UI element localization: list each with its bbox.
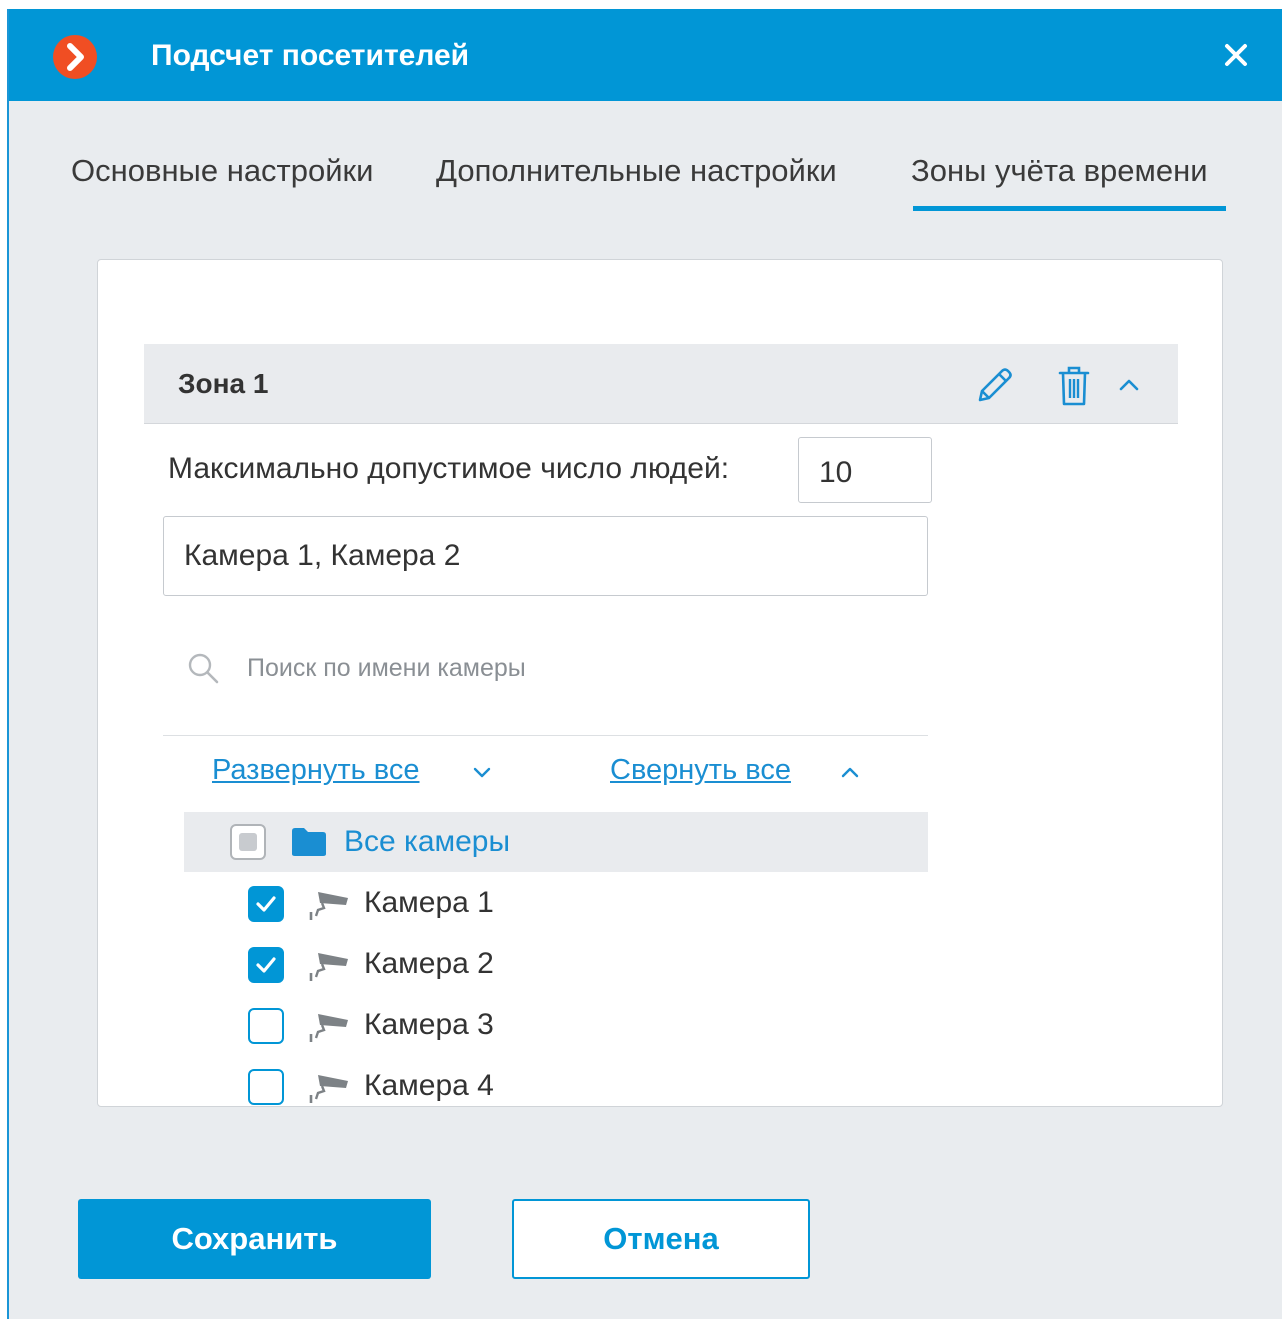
max-people-input[interactable]: 10 bbox=[798, 437, 932, 503]
camera-icon bbox=[308, 888, 352, 922]
pencil-icon[interactable] bbox=[972, 364, 1016, 408]
camera-checkbox[interactable] bbox=[248, 1008, 284, 1044]
save-button[interactable]: Сохранить bbox=[78, 1199, 431, 1279]
app-logo-icon bbox=[53, 35, 97, 79]
camera-checkbox[interactable] bbox=[248, 1069, 284, 1105]
visitor-counting-dialog: Подсчет посетителей Основные настройки Д… bbox=[7, 9, 1282, 1319]
expand-all-link[interactable]: Развернуть все bbox=[212, 754, 420, 787]
camera-icon bbox=[308, 1071, 352, 1105]
list-item[interactable]: Камера 4 bbox=[248, 1057, 848, 1106]
max-people-label: Максимально допустимое число людей: bbox=[168, 452, 730, 485]
list-item[interactable]: Камера 1 bbox=[248, 874, 848, 934]
tree-root-all-cameras[interactable]: Все камеры bbox=[184, 812, 928, 872]
camera-icon bbox=[308, 949, 352, 983]
chevron-up-icon[interactable] bbox=[838, 760, 862, 784]
tree-root-label: Все камеры bbox=[344, 825, 511, 858]
dialog-title: Подсчет посетителей bbox=[151, 39, 470, 72]
title-bar: Подсчет посетителей bbox=[9, 9, 1282, 101]
search-icon bbox=[185, 650, 223, 688]
tab-time-zones[interactable]: Зоны учёта времени bbox=[911, 153, 1208, 189]
close-icon[interactable] bbox=[1220, 39, 1252, 71]
list-item[interactable]: Камера 2 bbox=[248, 935, 848, 995]
camera-label: Камера 3 bbox=[364, 1008, 494, 1041]
cancel-button[interactable]: Отмена bbox=[512, 1199, 810, 1279]
selected-cameras-field[interactable]: Камера 1, Камера 2 bbox=[163, 516, 928, 596]
chevron-up-icon[interactable] bbox=[1114, 370, 1144, 400]
camera-icon bbox=[308, 1010, 352, 1044]
active-tab-indicator bbox=[913, 206, 1226, 211]
zone-title: Зона 1 bbox=[178, 368, 269, 399]
search-input[interactable] bbox=[247, 648, 847, 688]
root-checkbox[interactable] bbox=[230, 824, 266, 860]
camera-label: Камера 1 bbox=[364, 886, 494, 919]
chevron-down-icon[interactable] bbox=[470, 760, 494, 784]
tab-basic-settings[interactable]: Основные настройки bbox=[71, 153, 373, 189]
camera-label: Камера 2 bbox=[364, 947, 494, 980]
collapse-all-link[interactable]: Свернуть все bbox=[610, 754, 791, 787]
trash-icon[interactable] bbox=[1056, 364, 1092, 408]
camera-search bbox=[163, 630, 928, 736]
tab-additional-settings[interactable]: Дополнительные настройки bbox=[436, 153, 837, 189]
camera-checkbox[interactable] bbox=[248, 947, 284, 983]
list-item[interactable]: Камера 3 bbox=[248, 996, 848, 1056]
zone-header: Зона 1 bbox=[144, 344, 1178, 424]
camera-checkbox[interactable] bbox=[248, 886, 284, 922]
zones-panel: Зона 1 Максимально допустимое число люде… bbox=[97, 259, 1223, 1107]
camera-label: Камера 4 bbox=[364, 1069, 494, 1102]
folder-icon bbox=[290, 826, 328, 858]
